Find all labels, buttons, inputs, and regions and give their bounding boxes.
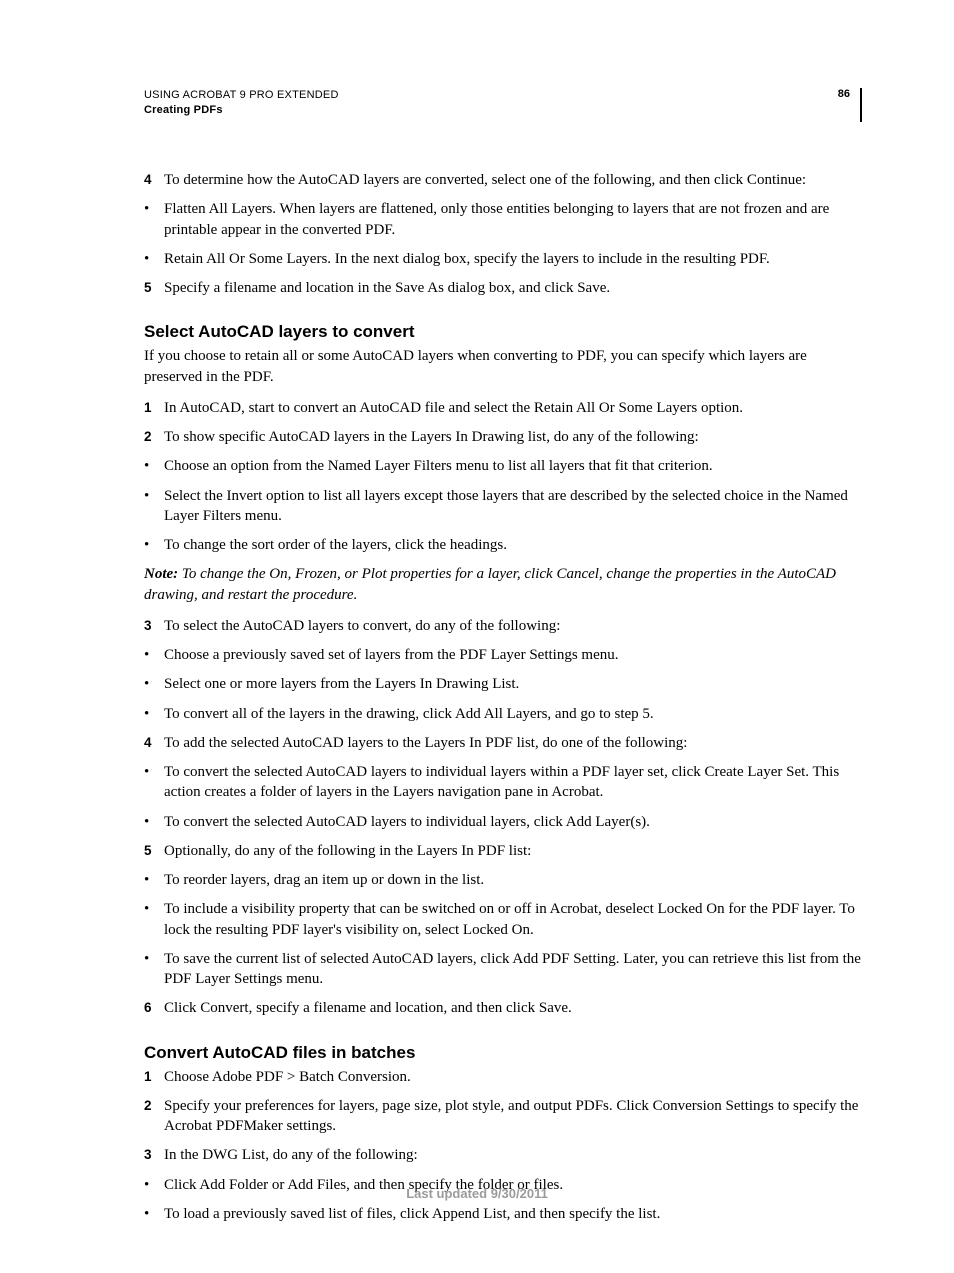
list-item: • To change the sort order of the layers…: [144, 535, 862, 555]
step-marker: 4: [144, 733, 164, 753]
bullet-marker: •: [144, 645, 164, 665]
step-marker: 3: [144, 1145, 164, 1165]
list-item: • To reorder layers, drag an item up or …: [144, 870, 862, 890]
list-item: • To convert the selected AutoCAD layers…: [144, 812, 862, 832]
list-item: • To convert all of the layers in the dr…: [144, 704, 862, 724]
note-label: Note:: [144, 566, 178, 582]
continuation-list: 4 To determine how the AutoCAD layers ar…: [144, 170, 862, 298]
list-item: • Retain All Or Some Layers. In the next…: [144, 249, 862, 269]
header-right: 86: [838, 88, 862, 122]
list-item: 4 To determine how the AutoCAD layers ar…: [144, 170, 862, 190]
step-marker: 5: [144, 278, 164, 298]
section-heading-select: Select AutoCAD layers to convert: [144, 322, 862, 342]
select-list: 1 In AutoCAD, start to convert an AutoCA…: [144, 398, 862, 556]
bullet-text: To convert the selected AutoCAD layers t…: [164, 762, 862, 803]
list-item: • Choose a previously saved set of layer…: [144, 645, 862, 665]
list-item: • To include a visibility property that …: [144, 899, 862, 940]
bullet-marker: •: [144, 949, 164, 990]
bullet-text: To save the current list of selected Aut…: [164, 949, 862, 990]
page-header: USING ACROBAT 9 PRO EXTENDED Creating PD…: [144, 88, 862, 122]
step-marker: 2: [144, 1096, 164, 1137]
step-text: Choose Adobe PDF > Batch Conversion.: [164, 1067, 862, 1087]
header-left: USING ACROBAT 9 PRO EXTENDED Creating PD…: [144, 88, 339, 118]
bullet-text: To convert the selected AutoCAD layers t…: [164, 812, 862, 832]
list-item: 1 Choose Adobe PDF > Batch Conversion.: [144, 1067, 862, 1087]
bullet-text: Choose an option from the Named Layer Fi…: [164, 456, 862, 476]
step-marker: 5: [144, 841, 164, 861]
list-item: 2 To show specific AutoCAD layers in the…: [144, 427, 862, 447]
step-marker: 4: [144, 170, 164, 190]
list-item: • Choose an option from the Named Layer …: [144, 456, 862, 476]
bullet-marker: •: [144, 704, 164, 724]
list-item: • To convert the selected AutoCAD layers…: [144, 762, 862, 803]
bullet-marker: •: [144, 674, 164, 694]
bullet-marker: •: [144, 870, 164, 890]
step-text: To determine how the AutoCAD layers are …: [164, 170, 862, 190]
step-marker: 1: [144, 398, 164, 418]
bullet-marker: •: [144, 456, 164, 476]
list-item: • To load a previously saved list of fil…: [144, 1204, 862, 1224]
bullet-text: Choose a previously saved set of layers …: [164, 645, 862, 665]
list-item: 1 In AutoCAD, start to convert an AutoCA…: [144, 398, 862, 418]
step-text: Optionally, do any of the following in t…: [164, 841, 862, 861]
step-text: To add the selected AutoCAD layers to th…: [164, 733, 862, 753]
section-heading-batch: Convert AutoCAD files in batches: [144, 1043, 862, 1063]
list-item: • Flatten All Layers. When layers are fl…: [144, 199, 862, 240]
bullet-marker: •: [144, 249, 164, 269]
list-item: • To save the current list of selected A…: [144, 949, 862, 990]
step-text: Specify a filename and location in the S…: [164, 278, 862, 298]
bullet-marker: •: [144, 535, 164, 555]
doc-title: USING ACROBAT 9 PRO EXTENDED: [144, 88, 339, 103]
list-item: • Select the Invert option to list all l…: [144, 486, 862, 527]
note: Note: To change the On, Frozen, or Plot …: [144, 564, 862, 605]
step-text: Click Convert, specify a filename and lo…: [164, 998, 862, 1018]
step-text: To select the AutoCAD layers to convert,…: [164, 616, 862, 636]
step-text: To show specific AutoCAD layers in the L…: [164, 427, 862, 447]
bullet-marker: •: [144, 1204, 164, 1224]
step-text: In the DWG List, do any of the following…: [164, 1145, 862, 1165]
bullet-text: To load a previously saved list of files…: [164, 1204, 862, 1224]
list-item: 4 To add the selected AutoCAD layers to …: [144, 733, 862, 753]
list-item: 5 Optionally, do any of the following in…: [144, 841, 862, 861]
bullet-marker: •: [144, 762, 164, 803]
select-list-2: 3 To select the AutoCAD layers to conver…: [144, 616, 862, 1019]
page-number: 86: [838, 88, 850, 100]
bullet-marker: •: [144, 899, 164, 940]
list-item: 6 Click Convert, specify a filename and …: [144, 998, 862, 1018]
section-intro: If you choose to retain all or some Auto…: [144, 346, 862, 387]
step-marker: 6: [144, 998, 164, 1018]
bullet-marker: •: [144, 199, 164, 240]
step-marker: 3: [144, 616, 164, 636]
step-marker: 1: [144, 1067, 164, 1087]
bullet-text: Retain All Or Some Layers. In the next d…: [164, 249, 862, 269]
step-text: In AutoCAD, start to convert an AutoCAD …: [164, 398, 862, 418]
document-page: USING ACROBAT 9 PRO EXTENDED Creating PD…: [0, 0, 954, 1273]
bullet-text: Flatten All Layers. When layers are flat…: [164, 199, 862, 240]
doc-section: Creating PDFs: [144, 103, 339, 118]
bullet-text: To change the sort order of the layers, …: [164, 535, 862, 555]
bullet-marker: •: [144, 812, 164, 832]
list-item: 5 Specify a filename and location in the…: [144, 278, 862, 298]
bullet-text: Select one or more layers from the Layer…: [164, 674, 862, 694]
bullet-text: To include a visibility property that ca…: [164, 899, 862, 940]
page-footer: Last updated 9/30/2011: [0, 1186, 954, 1201]
list-item: 3 In the DWG List, do any of the followi…: [144, 1145, 862, 1165]
list-item: 3 To select the AutoCAD layers to conver…: [144, 616, 862, 636]
header-divider: [860, 88, 862, 122]
list-item: • Select one or more layers from the Lay…: [144, 674, 862, 694]
bullet-marker: •: [144, 486, 164, 527]
list-item: 2 Specify your preferences for layers, p…: [144, 1096, 862, 1137]
step-text: Specify your preferences for layers, pag…: [164, 1096, 862, 1137]
step-marker: 2: [144, 427, 164, 447]
bullet-text: Select the Invert option to list all lay…: [164, 486, 862, 527]
bullet-text: To convert all of the layers in the draw…: [164, 704, 862, 724]
bullet-text: To reorder layers, drag an item up or do…: [164, 870, 862, 890]
note-text: To change the On, Frozen, or Plot proper…: [144, 566, 836, 602]
